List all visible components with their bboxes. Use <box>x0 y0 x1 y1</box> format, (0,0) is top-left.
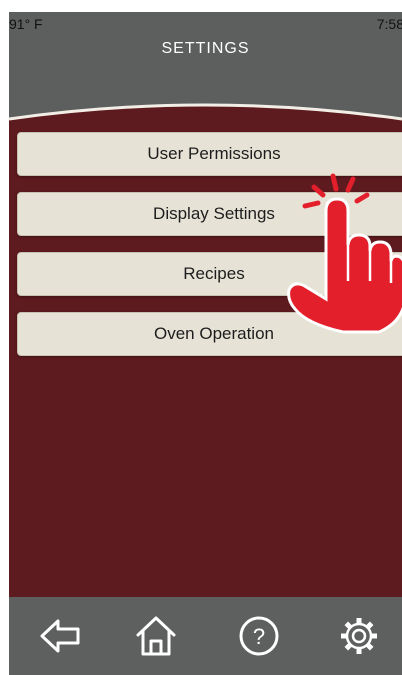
help-icon[interactable]: ? <box>236 613 282 659</box>
svg-text:?: ? <box>253 624 265 649</box>
page-title: SETTINGS <box>161 40 250 57</box>
status-bar: 91° F 7:58 SETTINGS <box>9 12 402 112</box>
home-icon[interactable] <box>133 613 179 659</box>
back-arrow-icon[interactable] <box>38 613 84 659</box>
user-permissions-button[interactable]: User Permissions <box>17 132 402 176</box>
settings-gear-icon[interactable] <box>336 613 382 659</box>
tap-hand-icon <box>287 173 402 334</box>
clock-readout: 7:58 <box>376 16 402 32</box>
device-screen: 91° F 7:58 SETTINGS User Permissions Dis… <box>9 12 402 675</box>
temperature-readout: 91° F <box>9 16 43 32</box>
bottom-nav-bar: ? <box>9 597 402 675</box>
